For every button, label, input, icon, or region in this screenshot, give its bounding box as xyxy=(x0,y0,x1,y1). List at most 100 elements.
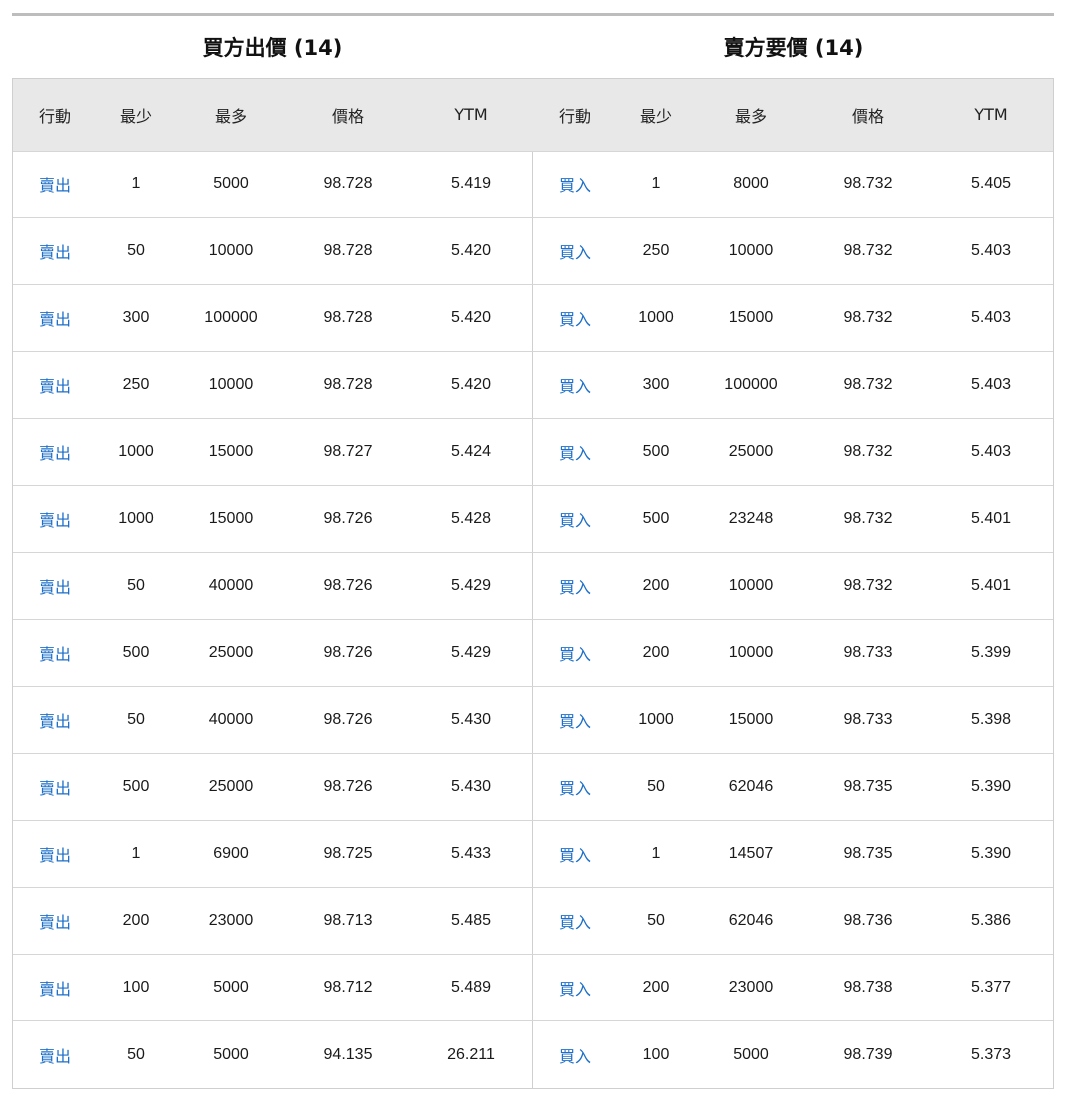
sell-link[interactable]: 賣出 xyxy=(13,352,97,419)
sell-link[interactable]: 賣出 xyxy=(13,419,97,486)
ask-table-row: 買入 500 25000 98.732 5.403 xyxy=(533,418,1053,486)
ask-max-cell: 8000 xyxy=(733,175,769,193)
buy-link[interactable]: 買入 xyxy=(533,1021,617,1088)
ask-table: 行動 最少 最多 價格 YTM 買入 1 8000 98.732 5.405 買入 250 1… xyxy=(533,79,1053,1088)
bid-ytm-cell: 5.429 xyxy=(450,576,492,594)
ask-price-cell: 98.733 xyxy=(843,710,893,728)
ask-table-row: 買入 200 10000 98.732 5.401 xyxy=(533,552,1053,620)
sell-link[interactable]: 賣出 xyxy=(13,553,97,620)
bid-min-cell: 50 xyxy=(127,1045,145,1063)
bid-price-cell: 98.727 xyxy=(323,443,373,461)
bid-ytm-cell: 5.430 xyxy=(450,710,492,728)
ask-table-row: 買入 1 14507 98.735 5.390 xyxy=(533,820,1053,887)
bid-table-row: 賣出 1 6900 98.725 5.433 xyxy=(13,820,533,887)
buy-link[interactable]: 買入 xyxy=(533,352,617,419)
bid-ytm-cell: 5.489 xyxy=(450,978,492,996)
ask-max-cell: 23000 xyxy=(728,978,774,996)
buy-link[interactable]: 買入 xyxy=(533,285,617,352)
ask-max-cell: 10000 xyxy=(728,242,774,260)
bid-header-price: 價格 xyxy=(331,106,364,126)
bid-min-cell: 50 xyxy=(127,242,145,260)
bid-price-cell: 98.726 xyxy=(323,643,373,661)
buy-link[interactable]: 買入 xyxy=(533,686,617,753)
ask-price-cell: 98.732 xyxy=(843,309,893,327)
ask-max-cell: 15000 xyxy=(728,309,774,327)
bid-table-row: 賣出 50 5000 94.135 26.211 xyxy=(13,1020,533,1088)
bid-ytm-cell: 5.424 xyxy=(450,443,492,461)
bid-price-cell: 94.135 xyxy=(323,1045,373,1063)
ask-min-cell: 1 xyxy=(651,844,661,862)
sell-link[interactable]: 賣出 xyxy=(13,619,97,686)
buy-link[interactable]: 買入 xyxy=(533,553,617,620)
sell-link[interactable]: 賣出 xyxy=(13,151,97,218)
order-book: 行動 最少 最多 價格 YTM 賣出 1 5000 98.728 5.419 賣出 50 10… xyxy=(12,78,1054,1089)
bid-min-cell: 50 xyxy=(127,710,145,728)
bid-header-ytm: YTM xyxy=(454,105,488,125)
sell-link[interactable]: 賣出 xyxy=(13,218,97,285)
buy-link[interactable]: 買入 xyxy=(533,820,617,887)
ask-ytm-cell: 5.399 xyxy=(970,643,1012,661)
bid-min-cell: 1000 xyxy=(118,443,154,461)
ask-table-row: 買入 200 23000 98.738 5.377 xyxy=(533,954,1053,1021)
buy-link[interactable]: 買入 xyxy=(533,486,617,553)
bid-header-action: 行動 xyxy=(38,106,71,126)
buy-link[interactable]: 買入 xyxy=(533,954,617,1021)
bid-min-cell: 250 xyxy=(122,376,150,394)
sell-link[interactable]: 賣出 xyxy=(13,285,97,352)
bid-price-cell: 98.728 xyxy=(323,242,373,260)
ask-table-row: 買入 50 62046 98.736 5.386 xyxy=(533,887,1053,954)
bid-ytm-cell: 5.420 xyxy=(450,376,492,394)
sell-link[interactable]: 賣出 xyxy=(13,486,97,553)
buy-link[interactable]: 買入 xyxy=(533,753,617,820)
bid-header-min: 最少 xyxy=(119,106,152,126)
ask-max-cell: 15000 xyxy=(728,710,774,728)
ask-min-cell: 1 xyxy=(651,175,661,193)
ask-ytm-cell: 5.403 xyxy=(970,376,1012,394)
bid-table-row: 賣出 250 10000 98.728 5.420 xyxy=(13,351,533,419)
bid-max-cell: 5000 xyxy=(213,175,249,193)
buy-link[interactable]: 買入 xyxy=(533,619,617,686)
bid-panel: 行動 最少 最多 價格 YTM 賣出 1 5000 98.728 5.419 賣出 50 10… xyxy=(13,79,533,1088)
sell-link[interactable]: 賣出 xyxy=(13,753,97,820)
sell-link[interactable]: 賣出 xyxy=(13,1021,97,1088)
ask-table-row: 買入 1 8000 98.732 5.405 xyxy=(533,151,1053,218)
buy-link[interactable]: 買入 xyxy=(533,151,617,218)
ask-min-cell: 200 xyxy=(642,643,670,661)
ask-table-row: 買入 500 23248 98.732 5.401 xyxy=(533,485,1053,553)
buy-link[interactable]: 買入 xyxy=(533,887,617,954)
ask-min-cell: 200 xyxy=(642,576,670,594)
bid-min-cell: 500 xyxy=(122,777,150,795)
buy-link[interactable]: 買入 xyxy=(533,218,617,285)
bid-min-cell: 1 xyxy=(131,175,141,193)
ask-ytm-cell: 5.401 xyxy=(970,510,1012,528)
ask-max-cell: 10000 xyxy=(728,643,774,661)
ask-min-cell: 200 xyxy=(642,978,670,996)
ask-min-cell: 1000 xyxy=(638,309,674,327)
ask-max-cell: 14507 xyxy=(728,844,774,862)
bid-max-cell: 40000 xyxy=(208,710,254,728)
bid-min-cell: 1 xyxy=(131,844,141,862)
bid-table-row: 賣出 500 25000 98.726 5.430 xyxy=(13,753,533,820)
ask-table-row: 買入 300 100000 98.732 5.403 xyxy=(533,351,1053,419)
bid-max-cell: 100000 xyxy=(204,309,258,327)
bid-max-cell: 40000 xyxy=(208,576,254,594)
ask-ytm-cell: 5.390 xyxy=(970,777,1012,795)
ask-min-cell: 300 xyxy=(642,376,670,394)
ask-table-row: 買入 250 10000 98.732 5.403 xyxy=(533,217,1053,285)
bid-min-cell: 100 xyxy=(122,978,150,996)
ask-max-cell: 10000 xyxy=(728,576,774,594)
ask-panel: 行動 最少 最多 價格 YTM 買入 1 8000 98.732 5.405 買入 250 1… xyxy=(533,79,1053,1088)
ask-max-cell: 5000 xyxy=(733,1045,769,1063)
ask-header-ytm: YTM xyxy=(974,105,1008,125)
buy-link[interactable]: 買入 xyxy=(533,419,617,486)
sell-link[interactable]: 賣出 xyxy=(13,686,97,753)
bid-table-row: 賣出 50 40000 98.726 5.429 xyxy=(13,552,533,620)
ask-min-cell: 250 xyxy=(642,242,670,260)
sell-link[interactable]: 賣出 xyxy=(13,820,97,887)
bid-max-cell: 23000 xyxy=(208,911,254,929)
bid-max-cell: 10000 xyxy=(208,242,254,260)
ask-min-cell: 50 xyxy=(647,777,665,795)
sell-link[interactable]: 賣出 xyxy=(13,954,97,1021)
ask-ytm-cell: 5.398 xyxy=(970,710,1012,728)
sell-link[interactable]: 賣出 xyxy=(13,887,97,954)
